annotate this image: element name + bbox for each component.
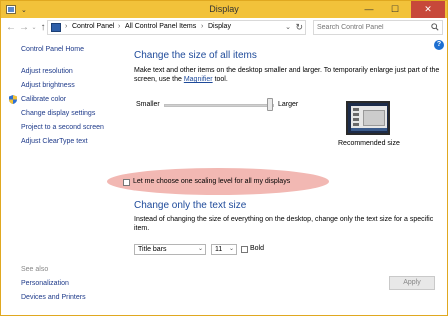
display-window: ⌄ Display — ☐ ✕ ← → ⌄ ↑ › Control Panel …	[0, 0, 448, 316]
description-paragraph: Make text and other items on the desktop…	[134, 66, 444, 84]
sidebar-item-project-second-screen[interactable]: Project to a second screen	[21, 124, 104, 131]
breadcrumb[interactable]: › Control Panel › All Control Panel Item…	[47, 20, 306, 35]
breadcrumb-control-panel[interactable]: Control Panel	[72, 23, 114, 30]
address-bar: ← → ⌄ ↑ › Control Panel › All Control Pa…	[1, 18, 447, 38]
search-input[interactable]	[317, 22, 427, 33]
preview-taskbar	[351, 128, 387, 131]
maximize-button[interactable]: ☐	[383, 1, 407, 18]
breadcrumb-display[interactable]: Display	[208, 23, 231, 30]
preview-desktop	[351, 106, 387, 130]
search-icon[interactable]	[431, 23, 439, 31]
sidebar-item-change-display-settings[interactable]: Change display settings	[21, 110, 95, 117]
sidebar-item-adjust-brightness[interactable]: Adjust brightness	[21, 82, 75, 89]
sidebar-item-adjust-resolution[interactable]: Adjust resolution	[21, 68, 73, 75]
bold-checkbox[interactable]	[241, 246, 248, 253]
text-size-description: Instead of changing the size of everythi…	[134, 216, 434, 232]
scaling-level-checkbox-label[interactable]: Let me choose one scaling level for all …	[133, 178, 290, 185]
display-preview-image	[346, 101, 390, 135]
sidebar: Control Panel Home Adjust resolution Adj…	[1, 38, 119, 315]
sidebar-item-personalization[interactable]: Personalization	[21, 280, 69, 287]
recommended-size-label: Recommended size	[338, 140, 400, 147]
item-type-select[interactable]: Title bars ⌄	[134, 244, 206, 255]
font-size-select[interactable]: 11 ⌄	[211, 244, 237, 255]
breadcrumb-separator-icon[interactable]: ›	[65, 23, 67, 30]
main-content: ? Change the size of all items Make text…	[107, 38, 447, 315]
breadcrumb-separator-icon[interactable]: ›	[118, 23, 120, 30]
breadcrumb-all-items[interactable]: All Control Panel Items	[125, 23, 196, 30]
chevron-down-icon: ⌄	[228, 246, 234, 252]
sidebar-item-calibrate-color[interactable]: Calibrate color	[21, 96, 66, 103]
sidebar-item-adjust-cleartype[interactable]: Adjust ClearType text	[21, 138, 88, 145]
refresh-icon[interactable]: ↻	[295, 22, 303, 33]
scale-slider-track[interactable]	[164, 104, 274, 107]
heading-change-text-size: Change only the text size	[134, 200, 247, 211]
apply-button[interactable]: Apply	[389, 276, 435, 290]
shield-icon	[9, 95, 17, 104]
sidebar-item-control-panel-home[interactable]: Control Panel Home	[21, 46, 84, 53]
breadcrumb-separator-icon[interactable]: ›	[201, 23, 203, 30]
address-dropdown-icon[interactable]: ⌄	[285, 23, 291, 31]
help-icon[interactable]: ?	[434, 40, 444, 50]
back-arrow-icon[interactable]: ←	[5, 22, 17, 34]
title-bar: ⌄ Display — ☐ ✕	[1, 1, 447, 18]
control-panel-location-icon	[51, 23, 61, 32]
item-type-value: Title bars	[138, 246, 167, 253]
heading-change-size-all-items: Change the size of all items	[134, 50, 257, 61]
minimize-button[interactable]: —	[357, 1, 381, 18]
slider-max-label: Larger	[278, 101, 299, 108]
close-button[interactable]: ✕	[411, 1, 445, 18]
scale-slider-thumb[interactable]	[267, 98, 273, 111]
description-text: Make text and other items on the desktop…	[134, 67, 440, 83]
sidebar-item-devices-printers[interactable]: Devices and Printers	[21, 294, 86, 301]
scaling-level-checkbox[interactable]	[123, 179, 130, 186]
description-text-end: tool.	[214, 76, 228, 83]
chevron-down-icon: ⌄	[197, 246, 203, 252]
search-box[interactable]	[313, 20, 443, 35]
see-also-heading: See also	[21, 266, 49, 273]
bold-checkbox-label[interactable]: Bold	[250, 245, 264, 252]
font-size-value: 11	[215, 246, 223, 253]
magnifier-link[interactable]: Magnifier	[184, 76, 213, 83]
slider-min-label: Smaller	[136, 101, 160, 108]
